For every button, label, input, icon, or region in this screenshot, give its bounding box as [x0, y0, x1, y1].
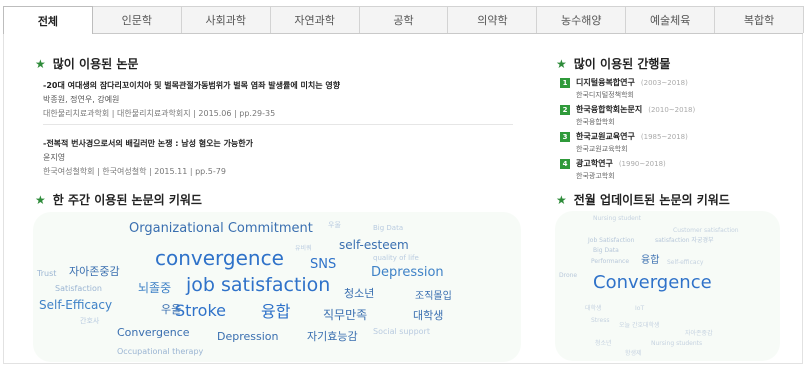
- paper-item[interactable]: -전복적 번사경으로서의 배길러만 논쟁 : 남성 혐오는 가능한가 윤지영 한…: [43, 138, 523, 177]
- keyword-link[interactable]: Depression: [371, 266, 444, 279]
- keyword-link[interactable]: 간호사: [80, 318, 99, 325]
- keyword-link[interactable]: Self-efficacy: [667, 260, 703, 266]
- keyword-link[interactable]: Self-Efficacy: [39, 299, 112, 311]
- keyword-link[interactable]: 뇌졸중: [138, 282, 171, 294]
- journal-item[interactable]: 3 한국교원교육연구 (1985~2018) 한국교원교육학회: [560, 131, 780, 154]
- keyword-link[interactable]: quality of life: [373, 255, 419, 262]
- paper-authors: 윤지영: [43, 153, 66, 162]
- journal-publisher: 한국광고학회: [576, 172, 615, 180]
- keyword-link[interactable]: 조직몰입: [415, 292, 452, 302]
- keyword-link[interactable]: Organizational Commitment: [129, 222, 313, 235]
- tab-medicine[interactable]: 의약학: [447, 6, 538, 33]
- paper-authors: 박종원, 정연우, 강예원: [43, 95, 120, 104]
- keyword-link[interactable]: Stroke: [175, 303, 226, 319]
- keyword-link[interactable]: job satisfaction: [186, 276, 330, 295]
- tab-interdisciplinary[interactable]: 복합학: [714, 6, 805, 33]
- monthly-keywords-heading: ★ 전월 업데이트된 논문의 키워드: [556, 191, 730, 208]
- star-icon: ★: [35, 56, 46, 71]
- popular-journals-heading: ★ 많이 이용된 간행물: [556, 55, 670, 72]
- journal-years: (2010~2018): [648, 105, 696, 114]
- journal-item[interactable]: 2 한국융합학회논문지 (2010~2018) 한국융합학회: [560, 104, 780, 127]
- keyword-link[interactable]: Job Satisfaction: [588, 238, 634, 244]
- paper-title[interactable]: -전복적 번사경으로서의 배길러만 논쟁 : 남성 혐오는 가능한가: [43, 138, 523, 149]
- popular-papers-heading: ★ 많이 이용된 논문: [35, 55, 138, 72]
- rank-badge: 1: [560, 77, 570, 88]
- keyword-link[interactable]: Nursing student: [593, 216, 641, 222]
- keyword-link[interactable]: Satisfaction: [55, 285, 102, 293]
- keyword-link[interactable]: Occupational therapy: [117, 348, 203, 356]
- keyword-link[interactable]: Social support: [373, 328, 430, 336]
- tab-arts-sports[interactable]: 예술체육: [625, 6, 716, 33]
- keyword-link[interactable]: 직무만족: [323, 309, 367, 321]
- monthly-keywords-title: 전월 업데이트된 논문의 키워드: [573, 193, 730, 207]
- keyword-link[interactable]: convergence: [155, 248, 284, 268]
- keyword-link[interactable]: Stress: [591, 318, 609, 324]
- journal-publisher: 한국융합학회: [576, 118, 615, 126]
- keyword-link[interactable]: 대학생: [585, 306, 602, 312]
- keyword-link[interactable]: 유비쿼: [295, 246, 312, 252]
- star-icon: ★: [35, 192, 46, 207]
- journal-publisher: 한국디지털정책학회: [576, 91, 634, 99]
- keyword-link[interactable]: 오늘 간호대학생: [619, 323, 660, 329]
- popular-papers-title: 많이 이용된 논문: [52, 57, 139, 71]
- keyword-link[interactable]: Performance: [591, 259, 629, 265]
- category-tabs: 전체 인문학 사회과학 자연과학 공학 의약학 농수해양 예술체육 복합학: [3, 6, 805, 34]
- keyword-link[interactable]: 우울: [328, 222, 341, 229]
- journal-publisher: 한국교원교육학회: [576, 145, 628, 153]
- weekly-keywords-heading: ★ 한 주간 이용된 논문의 키워드: [35, 191, 202, 208]
- keyword-link[interactable]: 자기효능감: [307, 331, 358, 342]
- paper-item[interactable]: -20대 여대생의 잠다리꼬이치아 및 벌목관절가동범위가 벌목 염좌 발생률에…: [43, 80, 523, 119]
- tab-humanities[interactable]: 인문학: [91, 6, 182, 33]
- journal-item[interactable]: 4 광고학연구 (1990~2018) 한국광고학회: [560, 158, 780, 181]
- paper-meta: 한국여성철학회 | 한국여성철학 | 2015.11 | pp.5-79: [43, 167, 226, 176]
- keyword-link[interactable]: Big Data: [593, 248, 619, 254]
- keyword-link[interactable]: Depression: [217, 331, 279, 342]
- keyword-link[interactable]: Big Data: [373, 225, 403, 232]
- keyword-link[interactable]: Customer satisfaction: [673, 228, 739, 234]
- star-icon: ★: [556, 56, 567, 71]
- keyword-link[interactable]: Convergence: [117, 327, 190, 338]
- rank-badge: 2: [560, 104, 570, 115]
- weekly-keyword-cloud: Organizational Commitment 우울 Big Data co…: [33, 212, 521, 362]
- tab-engineering[interactable]: 공학: [358, 6, 449, 33]
- divider: [43, 124, 513, 125]
- paper-title[interactable]: -20대 여대생의 잠다리꼬이치아 및 벌목관절가동범위가 벌목 염좌 발생률에…: [43, 80, 523, 91]
- keyword-link[interactable]: 청소년: [344, 288, 374, 299]
- journal-name[interactable]: 한국융합학회논문지: [576, 104, 642, 115]
- paper-meta: 대한물리치료과학회 | 대한물리치료과학회지 | 2015.06 | pp.29…: [43, 109, 276, 118]
- tab-all[interactable]: 전체: [3, 6, 93, 34]
- tab-agriculture-ocean[interactable]: 농수해양: [536, 6, 627, 33]
- keyword-link[interactable]: 융합: [261, 304, 290, 320]
- keyword-link[interactable]: Nursing students: [651, 341, 702, 347]
- keyword-link[interactable]: 자아존중감: [69, 266, 120, 277]
- monthly-keyword-cloud: Nursing student Customer satisfaction Jo…: [555, 211, 780, 361]
- journal-years: (1985~2018): [640, 132, 688, 141]
- star-icon: ★: [556, 192, 567, 207]
- journal-name[interactable]: 디지털융복합연구: [576, 77, 635, 88]
- tab-natural-science[interactable]: 자연과학: [269, 6, 360, 33]
- keyword-link[interactable]: satisfaction 자궁경부: [655, 238, 714, 244]
- popular-journals-title: 많이 이용된 간행물: [573, 57, 671, 71]
- keyword-link[interactable]: SNS: [310, 258, 336, 271]
- rank-badge: 3: [560, 131, 570, 142]
- journal-item[interactable]: 1 디지털융복합연구 (2003~2018) 한국디지털정책학회: [560, 77, 780, 100]
- keyword-link[interactable]: 항생제: [625, 351, 642, 357]
- keyword-link[interactable]: 자아존중감: [685, 331, 713, 337]
- keyword-link[interactable]: Convergence: [593, 274, 712, 292]
- keyword-link[interactable]: self-esteem: [339, 239, 409, 251]
- journal-years: (2003~2018): [640, 78, 688, 87]
- rank-badge: 4: [560, 158, 570, 169]
- journal-name[interactable]: 광고학연구: [576, 158, 613, 169]
- journal-years: (1990~2018): [618, 159, 666, 168]
- tab-social-science[interactable]: 사회과학: [180, 6, 271, 33]
- keyword-link[interactable]: 청소년: [595, 341, 612, 347]
- keyword-link[interactable]: Drone: [559, 273, 577, 279]
- keyword-link[interactable]: 융합: [641, 256, 659, 266]
- keyword-link[interactable]: Trust: [37, 270, 56, 278]
- keyword-link[interactable]: IoT: [635, 306, 644, 312]
- keyword-link[interactable]: 대학생: [413, 310, 443, 321]
- weekly-keywords-title: 한 주간 이용된 논문의 키워드: [52, 193, 202, 207]
- journal-name[interactable]: 한국교원교육연구: [576, 131, 635, 142]
